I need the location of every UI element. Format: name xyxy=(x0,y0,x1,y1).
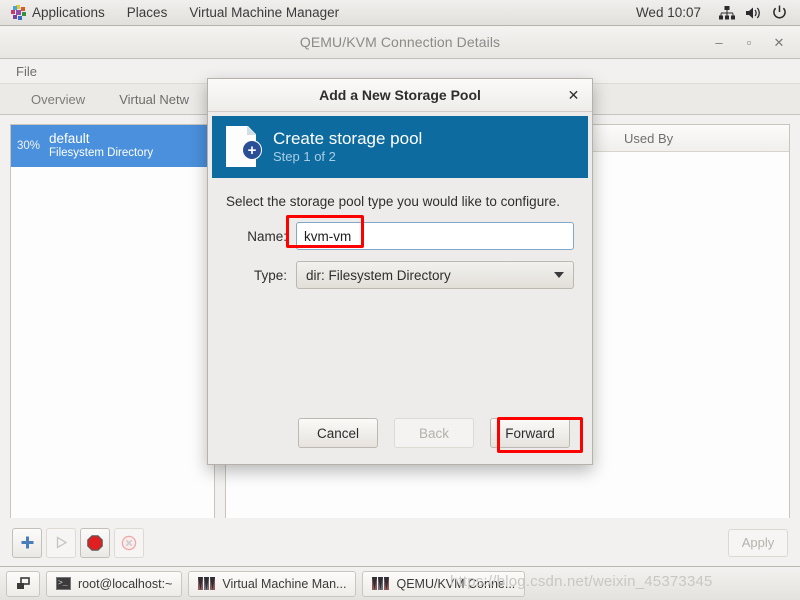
forward-button-label: Forward xyxy=(505,425,555,441)
window-title: QEMU/KVM Connection Details xyxy=(299,34,501,50)
window-switcher-button[interactable] xyxy=(6,570,40,597)
apply-button-label: Apply xyxy=(741,535,775,550)
delete-icon xyxy=(121,535,137,550)
applications-menu[interactable]: Applications xyxy=(0,0,116,26)
type-dropdown[interactable]: dir: Filesystem Directory xyxy=(296,261,574,289)
banner-step: Step 1 of 2 xyxy=(273,149,336,165)
stop-pool-button[interactable] xyxy=(80,527,110,558)
volume-icon[interactable] xyxy=(741,0,765,26)
window-controls: – ▫ ✕ xyxy=(706,26,792,59)
type-field-row: Type: dir: Filesystem Directory xyxy=(226,261,574,289)
active-window-menu[interactable]: Virtual Machine Manager xyxy=(178,0,350,26)
back-button-label: Back xyxy=(418,425,449,441)
back-button: Back xyxy=(394,418,474,448)
taskbar-item-vmm[interactable]: Virtual Machine Man... xyxy=(188,570,357,597)
taskbar-item-terminal-label: root@localhost:~ xyxy=(78,576,173,591)
cancel-button[interactable]: Cancel xyxy=(298,418,378,448)
network-icon[interactable] xyxy=(715,0,739,26)
cancel-button-label: Cancel xyxy=(316,425,360,441)
tab-overview[interactable]: Overview xyxy=(14,84,102,114)
window-switcher-icon xyxy=(17,576,30,589)
close-button[interactable]: ✕ xyxy=(766,30,792,56)
power-icon[interactable] xyxy=(767,0,791,26)
taskbar-item-vmm-label: Virtual Machine Man... xyxy=(222,576,347,591)
plus-icon xyxy=(21,536,33,549)
add-pool-button[interactable] xyxy=(12,527,42,558)
storage-pool-list[interactable]: 30% default Filesystem Directory xyxy=(10,124,215,542)
dialog-title: Add a New Storage Pool xyxy=(319,87,481,103)
places-menu-label: Places xyxy=(126,5,168,20)
dialog-button-row: Cancel Back Forward xyxy=(208,402,592,464)
vmm-icon xyxy=(372,577,390,590)
banner-heading: Create storage pool xyxy=(273,128,423,148)
menu-file[interactable]: File xyxy=(10,64,43,79)
fedora-pinwheel-icon xyxy=(11,5,26,20)
column-used-by: Used By xyxy=(624,130,674,146)
dialog-body: Select the storage pool type you would l… xyxy=(208,178,592,289)
window-titlebar: QEMU/KVM Connection Details – ▫ ✕ xyxy=(0,26,800,59)
name-label: Name: xyxy=(247,228,287,244)
storage-toolbar: Apply xyxy=(0,518,800,566)
active-window-label: Virtual Machine Manager xyxy=(189,5,340,20)
pool-name: default xyxy=(49,131,90,147)
taskbar-item-terminal[interactable]: >_ root@localhost:~ xyxy=(46,570,183,597)
add-storage-pool-dialog: Add a New Storage Pool ✕ + Create storag… xyxy=(207,78,593,465)
applications-menu-label: Applications xyxy=(32,5,105,20)
dialog-titlebar: Add a New Storage Pool ✕ xyxy=(208,79,592,112)
chevron-down-icon xyxy=(554,272,564,278)
dialog-prompt: Select the storage pool type you would l… xyxy=(226,194,560,209)
new-document-icon: + xyxy=(226,126,262,168)
apply-button: Apply xyxy=(728,528,788,557)
places-menu[interactable]: Places xyxy=(116,0,179,26)
tab-virtual-networks[interactable]: Virtual Netw xyxy=(102,84,206,114)
watermark: https://blog.csdn.net/weixin_45373345 xyxy=(450,573,713,590)
name-input[interactable]: kvm-vm xyxy=(296,222,574,250)
minimize-button[interactable]: – xyxy=(706,30,732,56)
screen: Applications Places Virtual Machine Mana… xyxy=(0,0,800,600)
name-field-row: Name: kvm-vm xyxy=(226,222,574,250)
type-dropdown-value: dir: Filesystem Directory xyxy=(306,267,451,283)
system-status-area: Wed 10:07 xyxy=(636,0,800,26)
dialog-banner: + Create storage pool Step 1 of 2 xyxy=(212,116,588,178)
gnome-top-panel: Applications Places Virtual Machine Mana… xyxy=(0,0,800,26)
vmm-icon xyxy=(198,577,216,590)
play-icon xyxy=(56,536,67,549)
terminal-icon: >_ xyxy=(56,577,71,590)
tab-virtual-networks-label: Virtual Netw xyxy=(119,91,190,107)
start-pool-button xyxy=(46,527,76,558)
stop-icon xyxy=(87,534,103,551)
list-item[interactable]: 30% default Filesystem Directory xyxy=(11,125,214,167)
maximize-button[interactable]: ▫ xyxy=(736,30,762,56)
type-label: Type: xyxy=(253,267,287,283)
pool-type: Filesystem Directory xyxy=(49,147,154,160)
dialog-close-icon[interactable]: ✕ xyxy=(565,87,582,104)
clock[interactable]: Wed 10:07 xyxy=(636,5,713,20)
tab-overview-label: Overview xyxy=(31,91,86,107)
pool-usage-percent: 30% xyxy=(17,140,41,152)
delete-pool-button xyxy=(114,527,144,558)
forward-button[interactable]: Forward xyxy=(490,418,570,448)
